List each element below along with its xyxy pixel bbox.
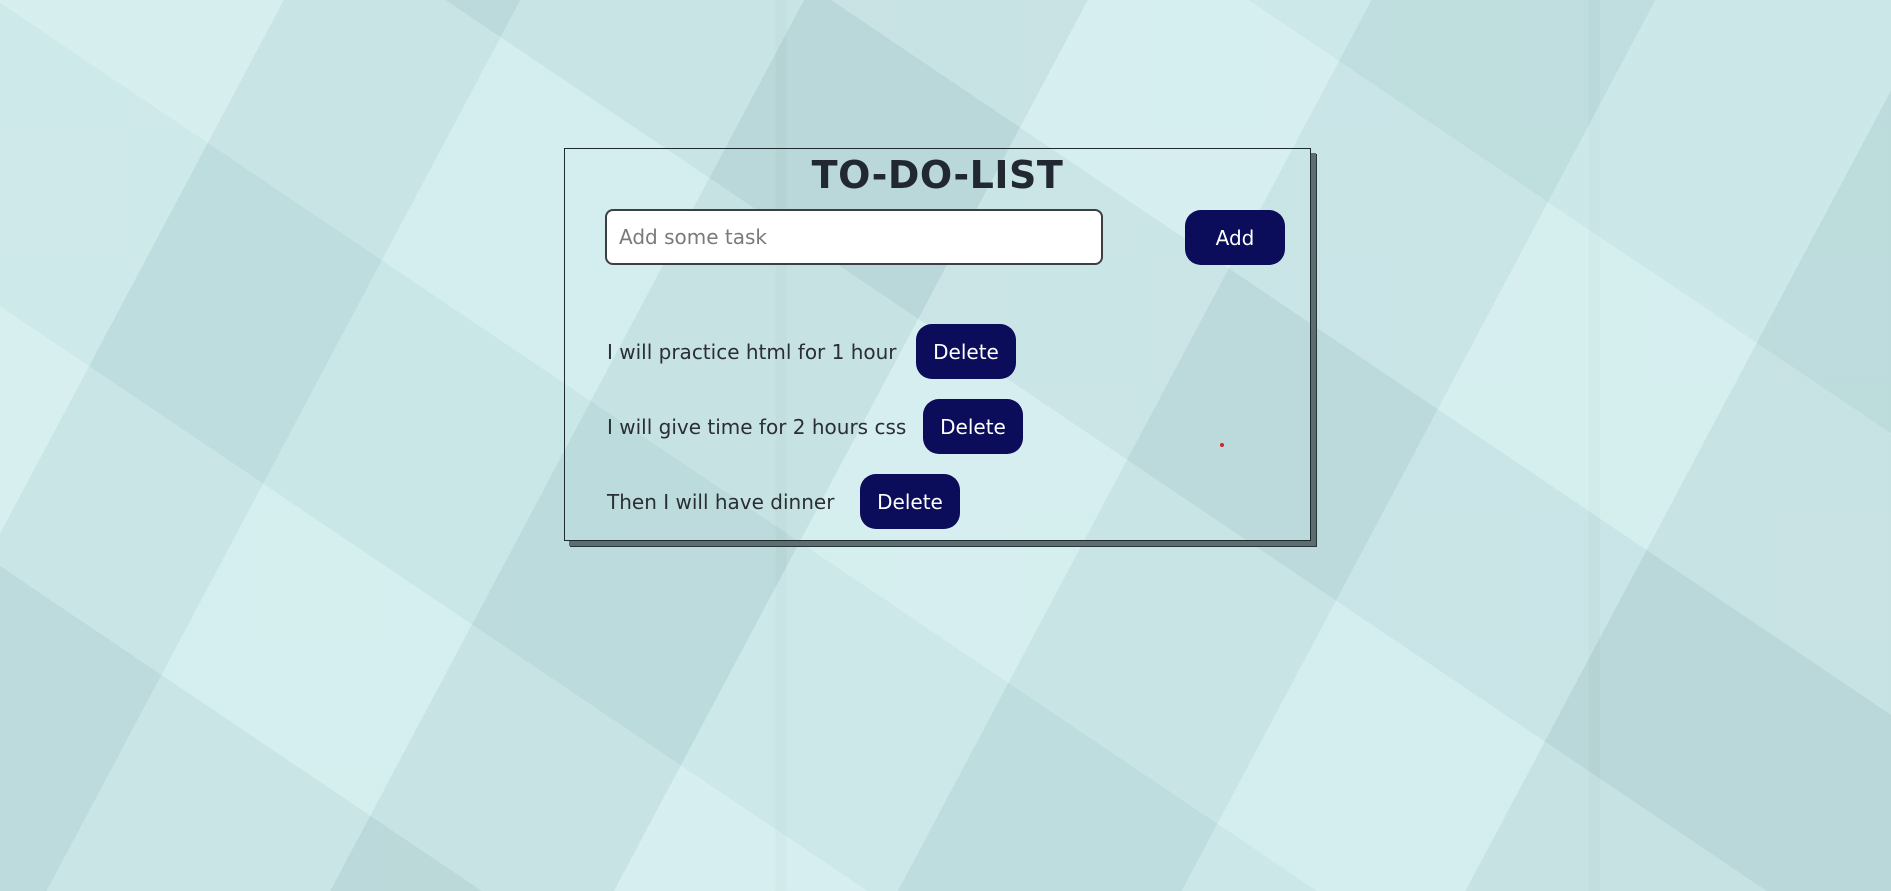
task-text: I will practice html for 1 hour xyxy=(607,340,897,364)
delete-button[interactable]: Delete xyxy=(860,474,960,529)
task-text: Then I will have dinner xyxy=(607,490,835,514)
page-title: TO-DO-LIST xyxy=(811,153,1064,197)
task-input[interactable] xyxy=(605,209,1103,265)
todo-container: TO-DO-LIST Add I will practice html for … xyxy=(564,148,1311,541)
delete-button[interactable]: Delete xyxy=(916,324,1016,379)
cursor-dot xyxy=(1220,443,1224,447)
add-button[interactable]: Add xyxy=(1185,210,1285,265)
task-text: I will give time for 2 hours css xyxy=(607,415,907,439)
delete-button[interactable]: Delete xyxy=(923,399,1023,454)
